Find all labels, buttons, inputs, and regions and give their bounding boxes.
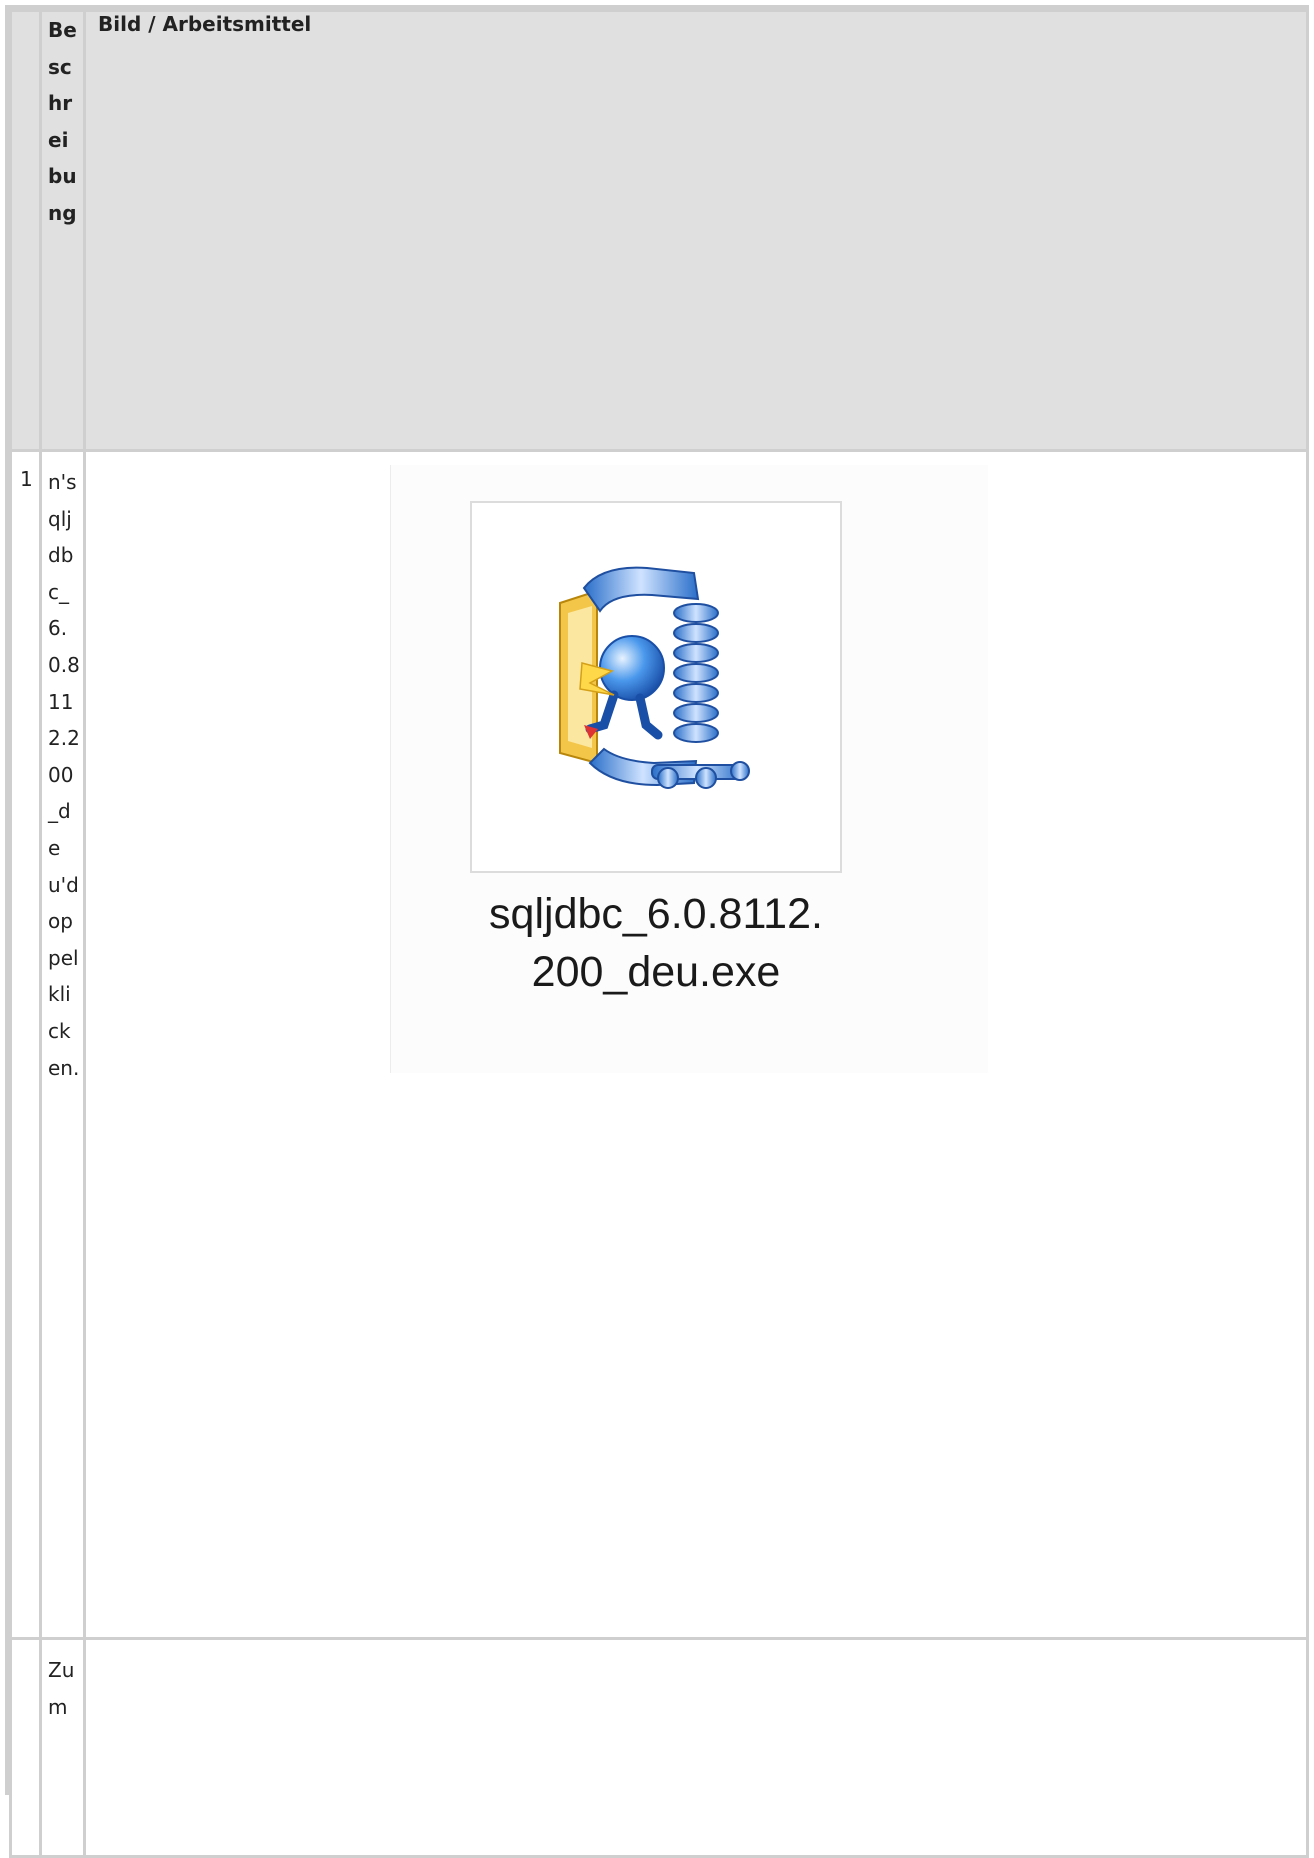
header-description-cell: Beschreibung	[39, 9, 86, 452]
header-image-cell: Bild / Arbeitsmittel	[83, 9, 1309, 452]
winzip-self-extractor-icon[interactable]	[472, 503, 844, 875]
table-header-row: Beschreibung Bild / Arbeitsmittel	[9, 9, 1309, 452]
step-description: Zum	[48, 1658, 75, 1719]
step-number	[9, 1637, 42, 1858]
file-icon-screenshot: sqljdbc_6.0.8112. 200_deu.exe	[390, 465, 988, 1073]
step-image-cell	[83, 1637, 1309, 1858]
step-description: n'sqljdbc_6.0.8112.200_deu'doppelklicken…	[48, 470, 80, 1080]
file-name-label[interactable]: sqljdbc_6.0.8112. 200_deu.exe	[391, 885, 921, 1001]
table-row: Zum	[9, 1637, 1309, 1858]
header-description-label: Beschreibung	[48, 18, 77, 225]
step-number: 1	[9, 449, 42, 1640]
step-description-cell: Zum	[39, 1637, 86, 1858]
header-image-label: Bild / Arbeitsmittel	[98, 12, 312, 36]
step-description-cell: n'sqljdbc_6.0.8112.200_deu'doppelklicken…	[39, 449, 86, 1640]
file-icon-selection-box[interactable]	[470, 501, 842, 873]
header-num-cell	[9, 9, 42, 452]
